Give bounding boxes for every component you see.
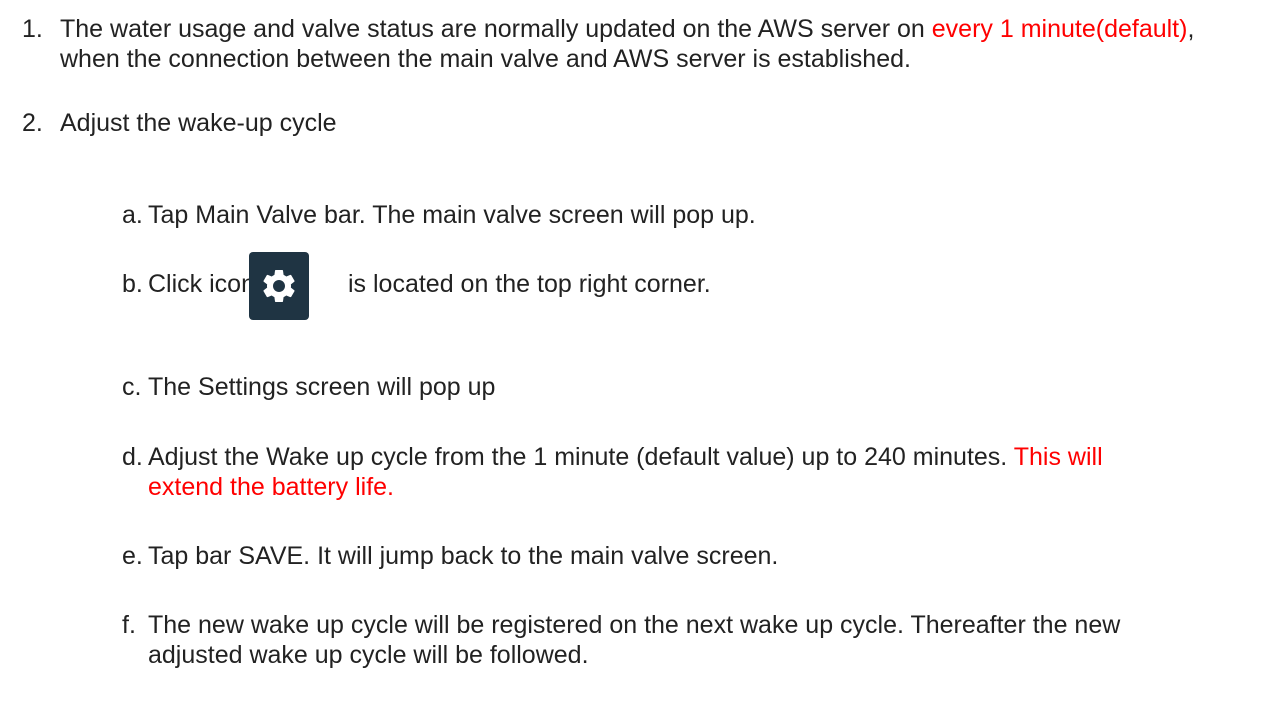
sub-letter: d. xyxy=(122,443,143,471)
sub-letter: b. xyxy=(122,270,143,298)
sub-item-text: The new wake up cycle will be registered… xyxy=(148,611,1121,669)
list-number: 2. xyxy=(22,109,43,137)
list-number: 1. xyxy=(22,15,43,43)
gear-icon-svg xyxy=(263,270,295,302)
sub-item-text: Tap bar SAVE. It will jump back to the m… xyxy=(148,542,779,570)
sub-letter: f. xyxy=(122,611,136,639)
sub-item-text: Adjust the Wake up cycle from the 1 minu… xyxy=(148,442,1168,502)
gear-icon xyxy=(249,252,309,320)
sub-letter: a. xyxy=(122,201,143,229)
sub-letter: e. xyxy=(122,542,143,570)
list-item-text: Adjust the wake-up cycle xyxy=(60,109,337,137)
sub-item-text: Tap Main Valve bar. The main valve scree… xyxy=(148,201,756,229)
sub-item-text: The Settings screen will pop up xyxy=(148,373,496,401)
highlighted-text: every 1 minute(default) xyxy=(931,15,1188,43)
text-segment: The water usage and valve status are nor… xyxy=(60,15,932,43)
text-segment: Adjust the Wake up cycle from the 1 minu… xyxy=(148,443,1014,471)
sub-letter: c. xyxy=(122,373,142,401)
sub-item-text-continued: is located on the top right corner. xyxy=(348,270,711,298)
list-item-text: The water usage and valve status are nor… xyxy=(60,14,1260,74)
